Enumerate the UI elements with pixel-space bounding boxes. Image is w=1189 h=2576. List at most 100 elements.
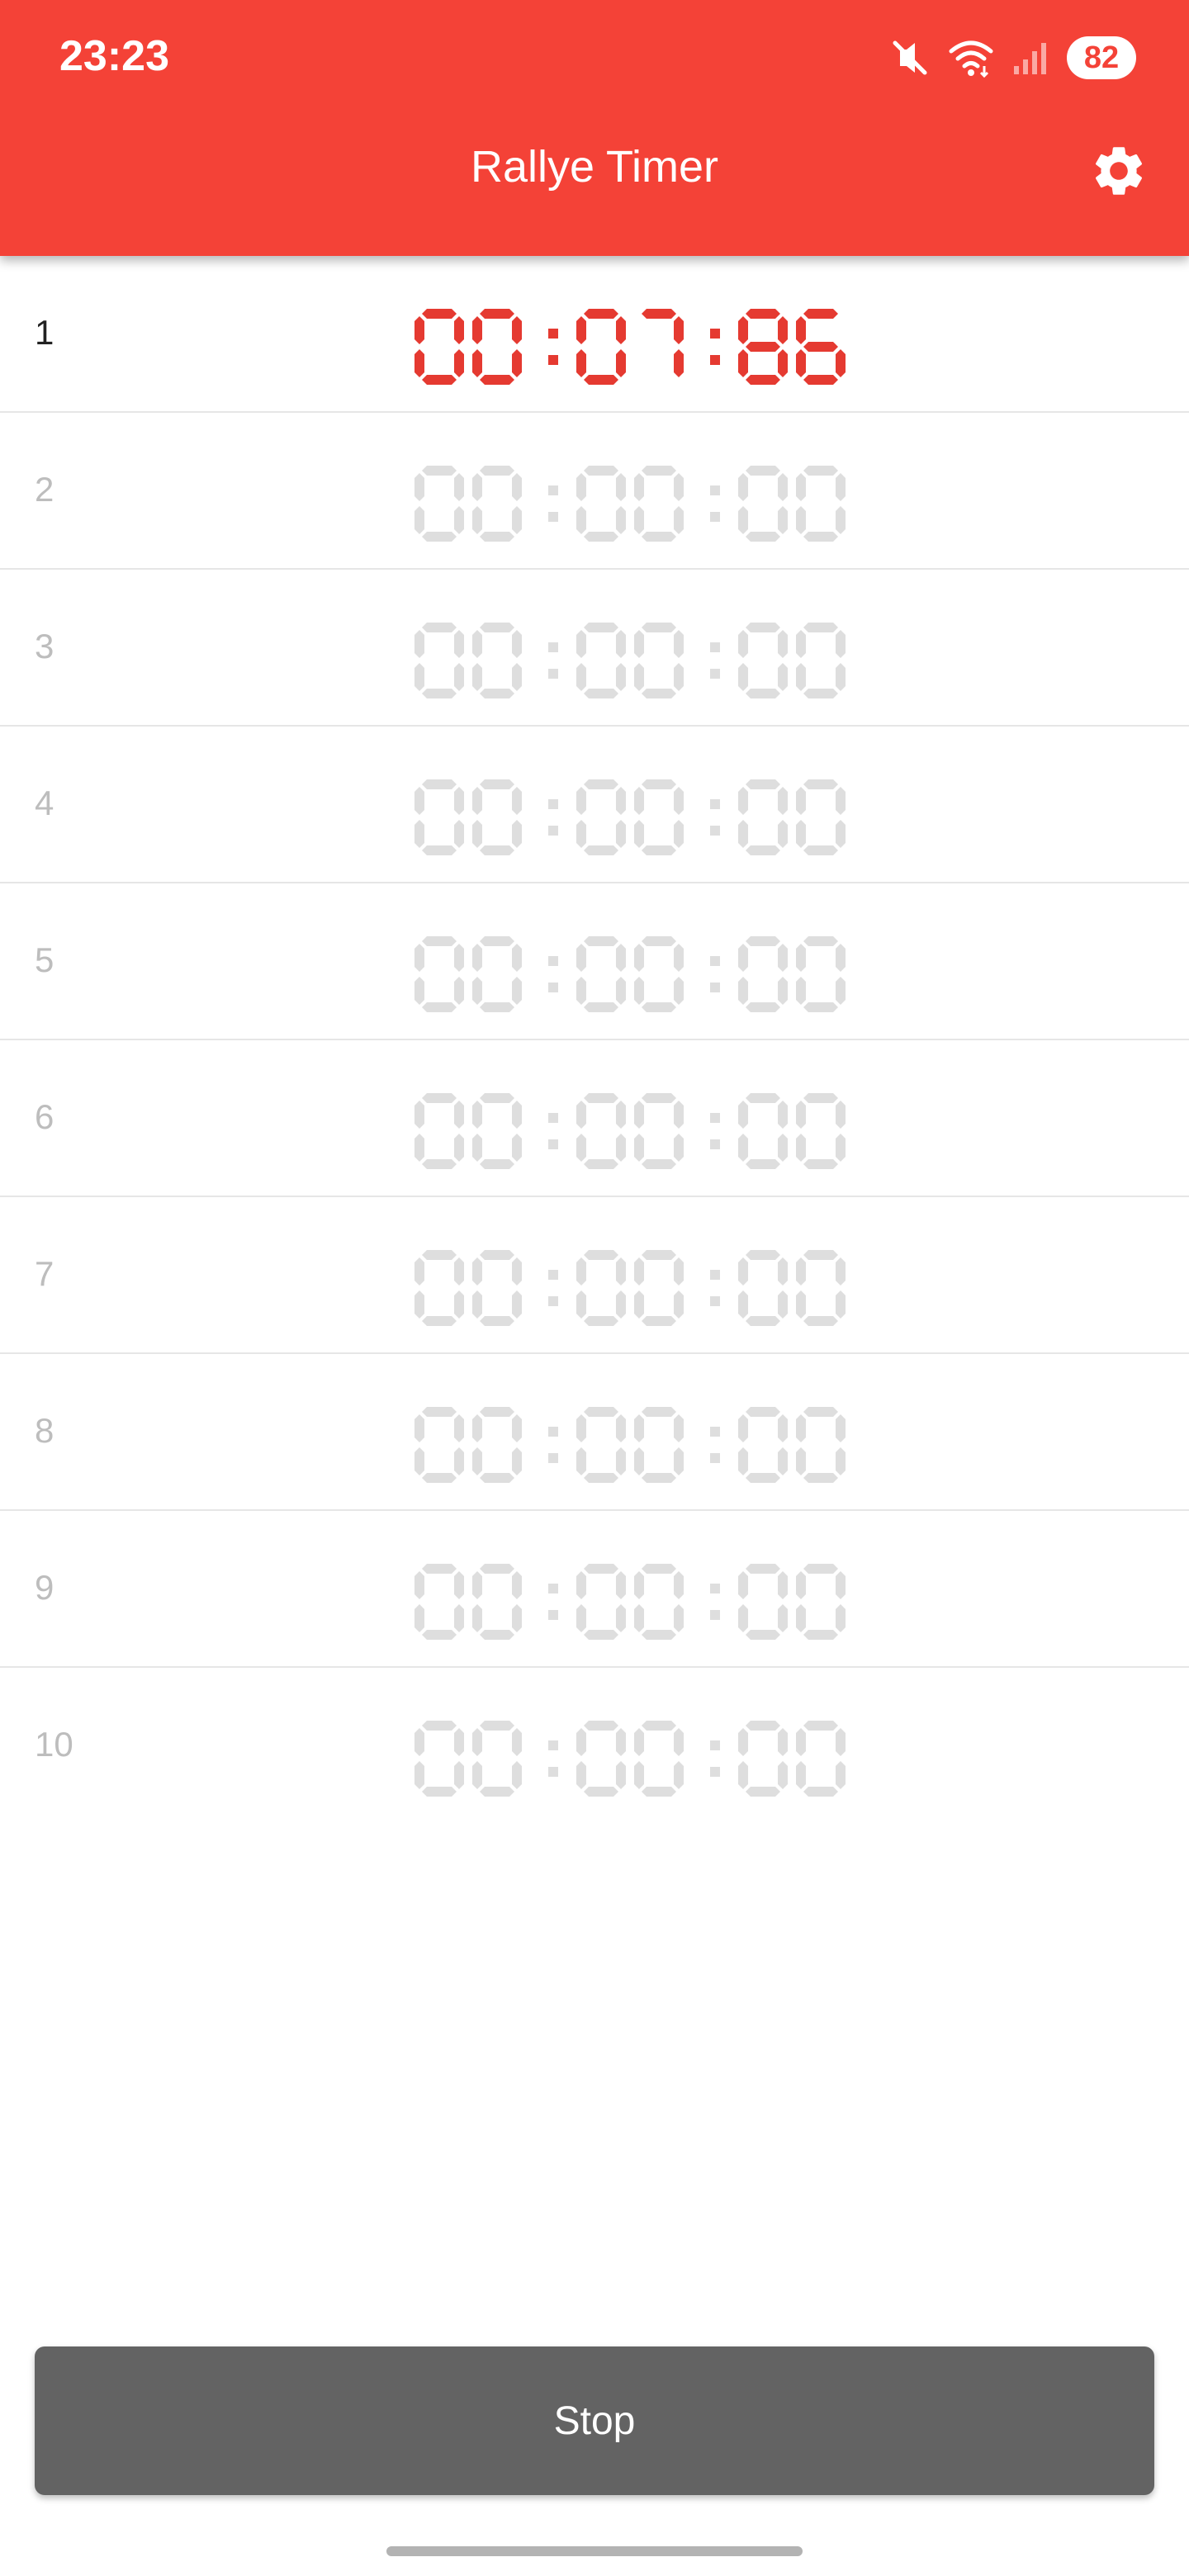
time-separator-dot <box>710 1270 720 1280</box>
digit-segment <box>616 1257 626 1286</box>
digit-segment <box>642 1159 676 1169</box>
lap-index: 8 <box>35 1411 54 1450</box>
digit-segment <box>512 944 522 972</box>
lap-time-display <box>414 1093 846 1169</box>
digit-segment <box>738 1290 748 1319</box>
time-digit <box>472 1564 522 1640</box>
digit-segment <box>454 944 464 972</box>
digit-segment <box>778 1604 788 1632</box>
digit-segment <box>616 1101 626 1129</box>
digit-segment <box>778 1447 788 1475</box>
digit-segment <box>738 1414 748 1442</box>
mute-icon <box>890 38 930 78</box>
time-digit <box>796 466 846 542</box>
digit-segment <box>512 1134 522 1162</box>
digit-segment <box>796 473 806 501</box>
digit-segment <box>796 1571 806 1599</box>
settings-button[interactable] <box>1082 134 1156 208</box>
lap-time-display <box>414 623 846 698</box>
digit-segment <box>738 977 748 1005</box>
digit-segment <box>746 1002 780 1012</box>
time-digit <box>576 623 626 698</box>
digit-segment <box>803 1407 838 1417</box>
digit-segment <box>803 936 838 946</box>
digit-segment <box>746 845 780 855</box>
digit-segment <box>642 1002 676 1012</box>
time-separator-dot <box>710 1296 720 1306</box>
digit-segment <box>584 1630 618 1640</box>
digit-segment <box>576 1101 586 1129</box>
digit-segment <box>738 663 748 691</box>
digit-segment <box>414 473 424 501</box>
digit-segment <box>674 1604 684 1632</box>
digit-segment <box>454 1134 464 1162</box>
time-separator-dot <box>710 1453 720 1463</box>
digit-segment <box>796 787 806 815</box>
digit-segment <box>642 845 676 855</box>
digit-segment <box>480 1093 514 1103</box>
digit-segment <box>634 1101 644 1129</box>
digit-segment <box>746 1473 780 1483</box>
digit-segment <box>454 1571 464 1599</box>
time-digit <box>738 1093 788 1169</box>
digit-segment <box>674 1290 684 1319</box>
time-digit <box>796 1721 846 1797</box>
time-separator-dot <box>710 956 720 966</box>
digit-segment <box>674 977 684 1005</box>
digit-segment <box>616 316 626 344</box>
digit-segment <box>454 316 464 344</box>
time-separator-dot <box>548 355 558 365</box>
digit-segment <box>616 1414 626 1442</box>
digit-segment <box>422 532 457 542</box>
digit-segment <box>454 977 464 1005</box>
digit-segment <box>642 1630 676 1640</box>
time-digit <box>738 1564 788 1640</box>
digit-segment <box>778 473 788 501</box>
time-digit <box>414 936 464 1012</box>
time-separator-dot <box>710 642 720 652</box>
time-digit <box>738 779 788 855</box>
digit-segment <box>480 1721 514 1731</box>
digit-segment <box>584 1407 618 1417</box>
time-digit <box>414 1250 464 1326</box>
digit-segment <box>616 630 626 658</box>
digit-segment <box>674 473 684 501</box>
time-separator-dot <box>710 799 720 809</box>
digit-segment <box>584 532 618 542</box>
digit-segment <box>576 977 586 1005</box>
time-separator-dot <box>548 983 558 992</box>
digit-segment <box>422 309 457 319</box>
digit-segment <box>472 506 482 534</box>
digit-segment <box>674 506 684 534</box>
digit-segment <box>422 1093 457 1103</box>
digit-segment <box>803 1721 838 1731</box>
digit-segment <box>836 1134 846 1162</box>
digit-segment <box>803 1093 838 1103</box>
digit-segment <box>422 1630 457 1640</box>
digit-segment <box>803 1002 838 1012</box>
digit-segment <box>674 663 684 691</box>
time-digit <box>472 623 522 698</box>
digit-segment <box>738 1257 748 1286</box>
digit-segment <box>746 689 780 698</box>
time-digit <box>472 779 522 855</box>
digit-segment <box>472 1134 482 1162</box>
digit-segment <box>746 342 780 352</box>
time-digit <box>576 1721 626 1797</box>
digit-segment <box>634 1571 644 1599</box>
digit-segment <box>803 1316 838 1326</box>
home-indicator[interactable] <box>386 2546 803 2556</box>
digit-segment <box>634 787 644 815</box>
digit-segment <box>576 473 586 501</box>
stop-button[interactable]: Stop <box>35 2346 1154 2495</box>
digit-segment <box>616 473 626 501</box>
digit-segment <box>634 1257 644 1286</box>
digit-segment <box>836 944 846 972</box>
digit-segment <box>472 787 482 815</box>
time-digit <box>472 936 522 1012</box>
digit-segment <box>512 977 522 1005</box>
digit-segment <box>778 349 788 377</box>
digit-segment <box>414 349 424 377</box>
lap-row: 5 <box>0 883 1189 1040</box>
digit-segment <box>576 1728 586 1756</box>
